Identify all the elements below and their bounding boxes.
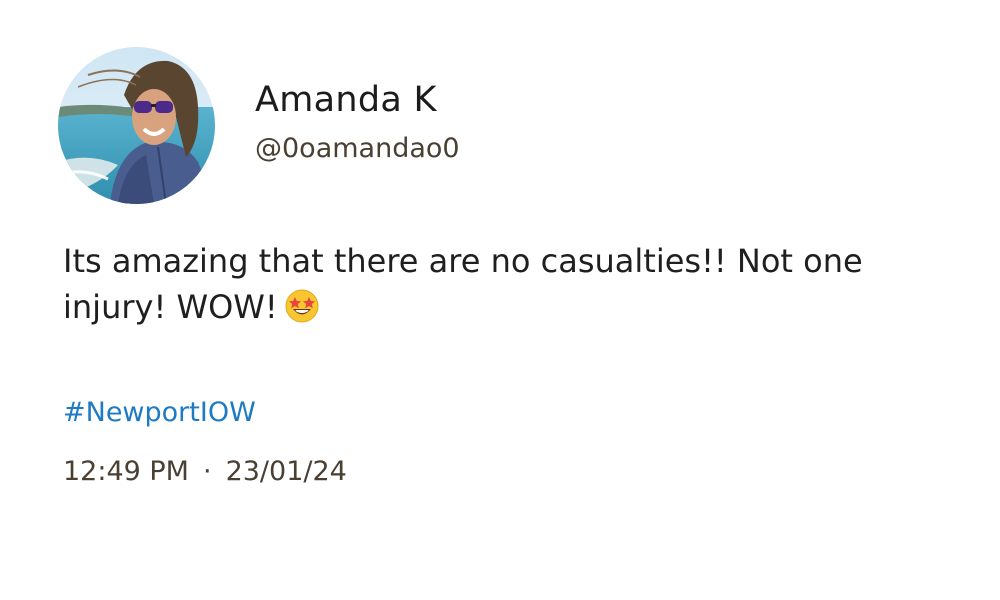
user-handle[interactable]: @0oamandao0 bbox=[255, 133, 460, 164]
post-card: Amanda K @0oamandao0 Its amazing that th… bbox=[0, 0, 1000, 600]
star-struck-emoji-icon bbox=[284, 288, 320, 336]
post-text-content: Its amazing that there are no casualties… bbox=[63, 242, 863, 326]
profile-photo-icon bbox=[58, 47, 215, 204]
separator-dot: · bbox=[202, 456, 212, 487]
post-timestamp: 12:49 PM · 23/01/24 bbox=[63, 456, 347, 487]
post-text: Its amazing that there are no casualties… bbox=[63, 238, 923, 336]
display-name[interactable]: Amanda K bbox=[255, 80, 437, 120]
post-date: 23/01/24 bbox=[225, 456, 347, 487]
avatar[interactable] bbox=[58, 47, 215, 204]
post-time: 12:49 PM bbox=[63, 456, 189, 487]
hashtag-link[interactable]: #NewportIOW bbox=[63, 397, 256, 428]
